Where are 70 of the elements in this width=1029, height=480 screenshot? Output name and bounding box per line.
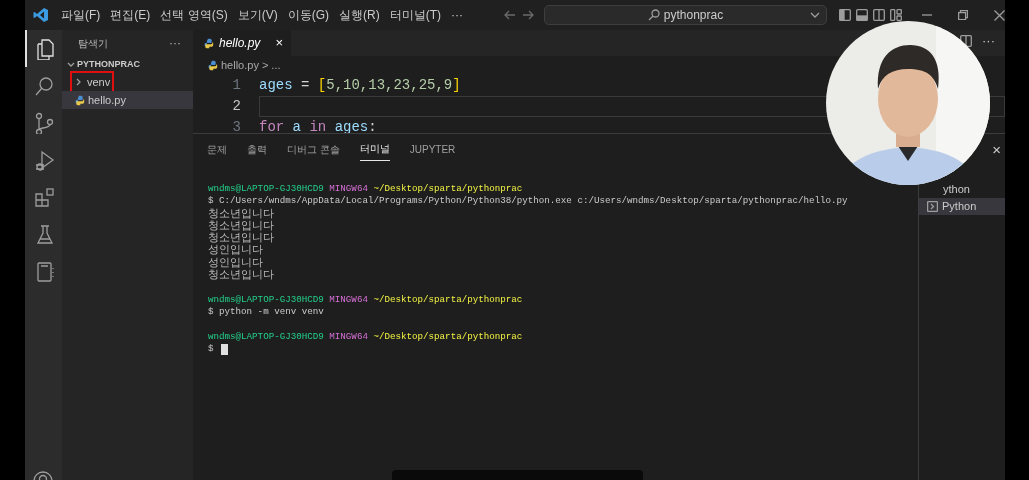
- menu-item[interactable]: 보기(V): [232, 6, 283, 24]
- prompt-user: wndms@LAPTOP-GJ30HCD9: [208, 293, 324, 305]
- python-file-icon: [74, 94, 85, 106]
- highlight-box: venv: [72, 73, 113, 91]
- breadcrumb-item[interactable]: ...: [271, 56, 281, 74]
- breadcrumb-separator: >: [261, 57, 269, 73]
- extensions-icon[interactable]: [32, 185, 55, 208]
- editor-tab[interactable]: hello.py ×: [193, 30, 291, 56]
- split-editor-icon[interactable]: [960, 35, 972, 47]
- terminal-list-item[interactable]: Python: [919, 198, 1005, 215]
- code-line: ages = [5,10,13,23,25,9]: [259, 76, 461, 95]
- forward-arrow-icon[interactable]: [522, 10, 534, 20]
- menu-item[interactable]: 편집(E): [105, 6, 156, 24]
- terminal-output: 성인입니다: [208, 256, 263, 269]
- prompt-user: wndms@LAPTOP-GJ30HCD9: [208, 330, 324, 342]
- prompt-path: ~/Desktop/sparta/pythonprac: [373, 183, 523, 194]
- menu-item[interactable]: 선택 영역(S): [155, 6, 233, 24]
- terminal-icon: [927, 201, 938, 212]
- menu-item[interactable]: 파일(F): [56, 6, 106, 24]
- prompt-path: ~/Desktop/sparta/pythonprac: [373, 293, 523, 305]
- panel-tab[interactable]: 문제: [207, 137, 227, 161]
- chevron-down-icon: [810, 12, 820, 18]
- terminal-output: 성인입니다: [208, 244, 263, 257]
- menu-item[interactable]: ···: [446, 6, 468, 24]
- terminal-output: 청소년입니다: [208, 207, 274, 220]
- breadcrumb-item[interactable]: hello.py: [221, 56, 259, 74]
- custom-layout-icon[interactable]: [890, 9, 902, 21]
- panel-tab[interactable]: JUPYTER: [409, 137, 456, 161]
- sidebar-layout-icon[interactable]: [839, 9, 851, 21]
- panel-close-button[interactable]: ×: [992, 139, 1001, 162]
- prompt-shell: MINGW64: [329, 293, 368, 305]
- restore-icon[interactable]: [958, 10, 968, 20]
- app-logo-icon: [33, 7, 49, 23]
- line-number: 3: [231, 118, 241, 133]
- panel-tab[interactable]: 터미널: [359, 137, 390, 161]
- line-number: 2: [231, 97, 241, 116]
- search-icon: [647, 9, 660, 21]
- prompt-shell: MINGW64: [329, 183, 368, 194]
- back-arrow-icon[interactable]: [504, 10, 516, 20]
- panel-tab[interactable]: 출력: [247, 137, 267, 161]
- close-icon[interactable]: [994, 9, 1005, 21]
- file-tree-item[interactable]: hello.py: [62, 91, 193, 109]
- prompt-path: ~/Desktop/sparta/pythonprac: [373, 330, 523, 342]
- terminal-output: 청소년입니다: [208, 269, 274, 282]
- menu-item[interactable]: 이동(G): [282, 6, 334, 24]
- terminal-command: $ python -m venv venv: [208, 305, 324, 317]
- more-actions-button[interactable]: ···: [169, 34, 181, 52]
- python-file-icon: [203, 37, 214, 49]
- code-line: for a in ages:: [259, 118, 377, 133]
- sidebar-title: 탐색기: [78, 36, 108, 51]
- menu-item[interactable]: 터미널(T): [384, 6, 446, 24]
- line-number: 1: [231, 76, 241, 95]
- tab-close-button[interactable]: ×: [275, 33, 283, 53]
- folder-header[interactable]: PYTHONPRAC: [62, 56, 193, 73]
- panel-layout-icon[interactable]: [856, 9, 868, 21]
- terminal-prompt-symbol: $: [208, 342, 214, 356]
- prompt-shell: MINGW64: [329, 330, 368, 342]
- file-tree-item[interactable]: venv: [62, 73, 193, 91]
- prompt-user: wndms@LAPTOP-GJ30HCD9: [208, 183, 324, 194]
- split-layout-icon[interactable]: [873, 9, 885, 21]
- panel-tab[interactable]: 디버그 콘솔: [287, 137, 340, 161]
- terminal-output: 청소년입니다: [208, 219, 274, 232]
- account-icon[interactable]: [32, 470, 54, 480]
- more-actions-button[interactable]: ···: [982, 35, 995, 47]
- python-file-icon: [207, 59, 218, 71]
- menu-item[interactable]: 실행(R): [334, 6, 385, 24]
- terminal-command: $ C:/Users/wndms/AppData/Local/Programs/Python/Python38/python.exe c:/Users/wndms/Desktop/sparta/pythonprac/hello.py: [208, 195, 848, 207]
- terminal-list-item[interactable]: ython: [919, 181, 1005, 198]
- terminal-output: 청소년입니다: [208, 232, 274, 245]
- command-search-field[interactable]: pythonprac: [544, 5, 827, 25]
